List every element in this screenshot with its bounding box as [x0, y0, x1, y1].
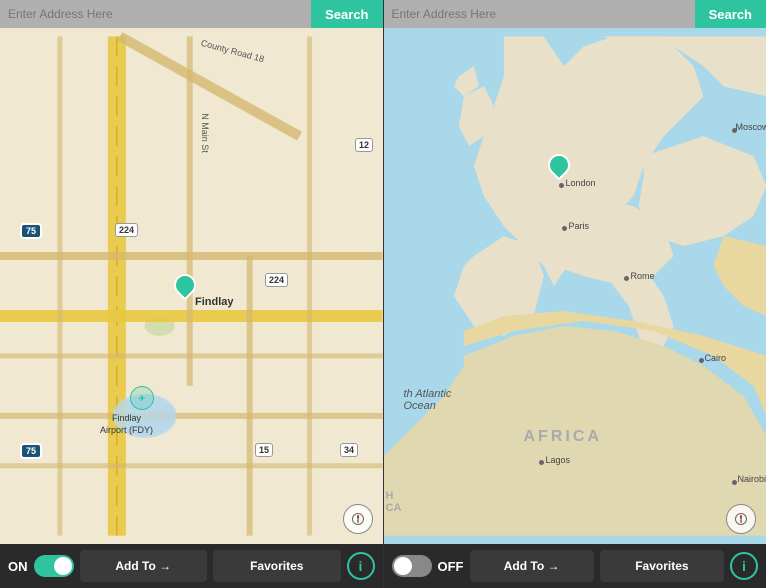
left-search-bar: Search — [0, 0, 383, 28]
right-panel: Search — [384, 0, 766, 588]
rome-label: Rome — [631, 271, 655, 281]
london-pin — [548, 154, 570, 176]
badge-i75-bot: 75 — [20, 443, 42, 459]
south-label: HCA — [386, 490, 402, 514]
left-toggle-knob — [54, 557, 72, 575]
ocean-label: th AtlanticOcean — [404, 388, 452, 412]
app-container: Search — [0, 0, 766, 588]
right-search-bar: Search — [384, 0, 766, 28]
moscow-label: Moscow — [736, 122, 766, 132]
right-search-input[interactable] — [384, 0, 695, 28]
road-label-main: N Main St — [200, 113, 210, 153]
left-search-button[interactable]: Search — [311, 0, 382, 28]
airport-label: FindlayAirport (FDY) — [100, 413, 153, 436]
left-toggle-container: ON — [8, 555, 74, 577]
badge-i75-top: 75 — [20, 223, 42, 239]
left-bottom-bar: ON Add To → Favorites i — [0, 544, 383, 588]
badge-12: 12 — [355, 138, 373, 152]
compass-inner — [352, 513, 364, 525]
lagos-label: Lagos — [546, 455, 571, 465]
london-label: London — [566, 178, 596, 188]
right-compass-button[interactable] — [726, 504, 756, 534]
left-map: County Road 18 N Main St 75 224 12 224 7… — [0, 28, 383, 544]
right-compass-inner — [735, 513, 747, 525]
badge-extra: 34 — [340, 443, 358, 457]
cairo-label: Cairo — [705, 353, 727, 363]
cairo-dot — [699, 358, 704, 363]
badge-224-top: 224 — [115, 223, 138, 237]
rome-dot — [624, 276, 629, 281]
paris-dot — [562, 226, 567, 231]
nairobi-label: Nairobi — [738, 474, 766, 484]
findlay-pin — [174, 274, 196, 296]
right-info-button[interactable]: i — [730, 552, 758, 580]
left-favorites-button[interactable]: Favorites — [213, 550, 341, 582]
right-toggle-switch[interactable] — [392, 555, 432, 577]
left-toggle-switch[interactable] — [34, 555, 74, 577]
left-toggle-label: ON — [8, 559, 28, 574]
badge-15: 15 — [255, 443, 273, 457]
right-map: London Paris Moscow Rome Cairo Lagos Nai… — [384, 28, 766, 544]
right-toggle-label: OFF — [438, 559, 464, 574]
right-add-to-button[interactable]: Add To → — [470, 550, 594, 582]
paris-label: Paris — [569, 221, 590, 231]
right-favorites-button[interactable]: Favorites — [600, 550, 724, 582]
right-toggle-knob — [394, 557, 412, 575]
badge-224-mid: 224 — [265, 273, 288, 287]
left-compass-button[interactable] — [343, 504, 373, 534]
nairobi-dot — [732, 480, 737, 485]
findlay-label: Findlay — [195, 296, 234, 308]
left-add-to-button[interactable]: Add To → — [80, 550, 208, 582]
airport-icon: ✈ — [130, 386, 154, 410]
lagos-dot — [539, 460, 544, 465]
london-dot — [559, 183, 564, 188]
africa-label: AFRICA — [524, 428, 602, 446]
right-bottom-bar: OFF Add To → Favorites i — [384, 544, 766, 588]
right-search-button[interactable]: Search — [695, 0, 766, 28]
left-search-input[interactable] — [0, 0, 311, 28]
left-panel: Search — [0, 0, 384, 588]
right-toggle-container: OFF — [392, 555, 464, 577]
left-info-button[interactable]: i — [347, 552, 375, 580]
